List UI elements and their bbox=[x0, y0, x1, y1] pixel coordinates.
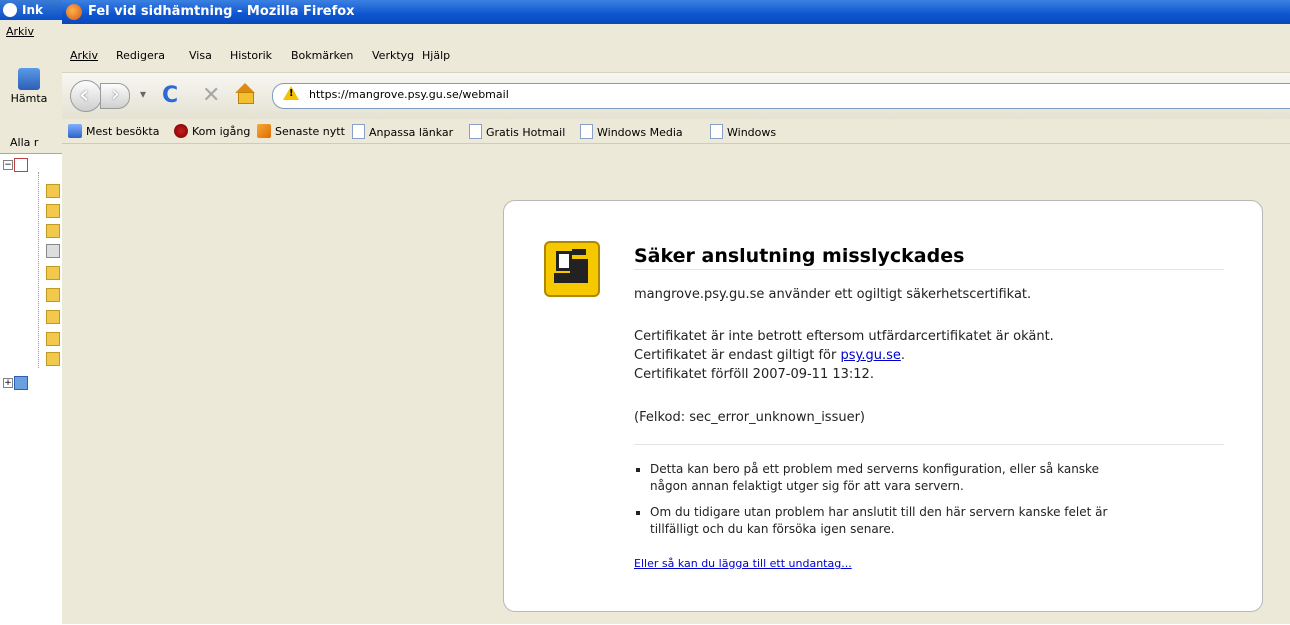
cert-line-2-suffix: . bbox=[900, 348, 906, 363]
bookmark-mest-besokta[interactable]: Mest besökta bbox=[68, 124, 159, 138]
firefox-window: Fel vid sidhämtning - Mozilla Firefox Ar… bbox=[62, 0, 1290, 624]
page-icon bbox=[469, 124, 482, 139]
menu-arkiv[interactable]: Arkiv bbox=[70, 49, 98, 62]
cert-line-2: Certifikatet är endast giltigt för psy.g… bbox=[634, 346, 1054, 365]
bookmark-label: Gratis Hotmail bbox=[486, 126, 566, 139]
bookmark-anpassa-lankar[interactable]: Anpassa länkar bbox=[352, 124, 453, 139]
folder-icon[interactable] bbox=[46, 266, 60, 280]
warning-icon bbox=[283, 86, 299, 100]
bookmark-label: Mest besökta bbox=[86, 125, 160, 138]
bullet-text: Om du tidigare utan problem har anslutit… bbox=[650, 504, 1107, 538]
bookmark-gratis-hotmail[interactable]: Gratis Hotmail bbox=[469, 124, 565, 139]
folder-icon[interactable] bbox=[46, 184, 60, 198]
folder-icon[interactable] bbox=[46, 352, 60, 366]
home-icon[interactable] bbox=[234, 83, 256, 105]
bookmarks-toolbar: Mest besökta Kom igång Senaste nytt Anpa… bbox=[62, 119, 1290, 144]
cert-line-2-prefix: Certifikatet är endast giltigt för bbox=[634, 348, 841, 363]
menu-verktyg[interactable]: Verktyg bbox=[372, 49, 414, 62]
bookmark-label: Windows bbox=[727, 126, 777, 139]
folder-tree: − + bbox=[0, 153, 62, 625]
menu-historik[interactable]: Historik bbox=[230, 49, 272, 62]
address-url: https://mangrove.psy.gu.se/webmail bbox=[309, 88, 509, 101]
page-content: Säker anslutning misslyckades mangrove.p… bbox=[62, 144, 1290, 624]
home-body bbox=[238, 92, 254, 104]
bookmark-senaste-nytt[interactable]: Senaste nytt bbox=[257, 124, 345, 138]
bookmark-label: Senaste nytt bbox=[275, 125, 345, 138]
page-icon bbox=[352, 124, 365, 139]
local-folders-icon[interactable] bbox=[14, 376, 28, 390]
add-exception-link[interactable]: Eller så kan du lägga till ett undantag.… bbox=[634, 557, 852, 570]
bullet-icon bbox=[636, 511, 640, 515]
bookmark-label: Windows Media bbox=[597, 126, 683, 139]
divider bbox=[634, 269, 1224, 270]
bullet-text: Detta kan bero på ett problem med server… bbox=[650, 461, 1099, 495]
bullet-2-line-1: Om du tidigare utan problem har anslutit… bbox=[650, 505, 1108, 519]
page-icon bbox=[580, 124, 593, 139]
folder-icon[interactable] bbox=[46, 310, 60, 324]
background-mail-window: Ink Arkiv Hämta Alla r − + bbox=[0, 0, 63, 625]
background-title: Ink bbox=[22, 3, 43, 17]
menu-visa[interactable]: Visa bbox=[189, 49, 212, 62]
background-menu-arkiv[interactable]: Arkiv bbox=[6, 25, 34, 38]
folder-icon[interactable] bbox=[46, 288, 60, 302]
back-button[interactable] bbox=[70, 80, 102, 112]
menu-bokmarken[interactable]: Bokmärken bbox=[291, 49, 353, 62]
icon-part bbox=[572, 249, 586, 255]
icon-part bbox=[554, 273, 572, 283]
cert-line-1: Certifikatet är inte betrott eftersom ut… bbox=[634, 329, 1054, 344]
folder-mest-icon bbox=[68, 124, 82, 138]
menu-hjalp[interactable]: Hjälp bbox=[422, 49, 450, 62]
firefox-icon bbox=[174, 124, 188, 138]
tree-line bbox=[38, 172, 39, 368]
folder-icon[interactable] bbox=[46, 224, 60, 238]
bookmark-label: Anpassa länkar bbox=[369, 126, 454, 139]
forward-button[interactable] bbox=[100, 82, 130, 109]
folder-icon[interactable] bbox=[46, 204, 60, 218]
error-message: mangrove.psy.gu.se använder ett ogiltigt… bbox=[634, 287, 1032, 302]
certificate-details: Certifikatet är inte betrott eftersom ut… bbox=[634, 327, 1054, 384]
bookmark-label: Kom igång bbox=[192, 125, 251, 138]
mail-account-icon[interactable] bbox=[14, 158, 28, 172]
firefox-logo-icon bbox=[66, 4, 82, 20]
bookmark-kom-igang[interactable]: Kom igång bbox=[174, 124, 250, 138]
icon-part bbox=[570, 259, 588, 283]
page-icon bbox=[710, 124, 723, 139]
error-box: Säker anslutning misslyckades mangrove.p… bbox=[503, 200, 1263, 612]
background-titlebar[interactable]: Ink bbox=[0, 0, 62, 20]
reload-icon[interactable]: C bbox=[162, 83, 178, 108]
bookmark-windows-media[interactable]: Windows Media bbox=[580, 124, 683, 139]
cert-domain-link[interactable]: psy.gu.se bbox=[840, 348, 900, 363]
bullet-1-line-2: någon annan felaktigt utger sig för att … bbox=[650, 479, 964, 493]
menu-redigera[interactable]: Redigera bbox=[116, 49, 165, 62]
collapse-icon[interactable]: − bbox=[3, 160, 13, 170]
cert-line-3: Certifikatet förföll 2007-09-11 13:12. bbox=[634, 367, 874, 382]
bullet-1-line-1: Detta kan bero på ett problem med server… bbox=[650, 462, 1099, 476]
expand-icon[interactable]: + bbox=[3, 378, 13, 388]
background-all-label: Alla r bbox=[10, 136, 39, 149]
bookmark-windows[interactable]: Windows bbox=[710, 124, 776, 139]
error-code: (Felkod: sec_error_unknown_issuer) bbox=[634, 410, 866, 425]
firefox-titlebar[interactable]: Fel vid sidhämtning - Mozilla Firefox bbox=[62, 0, 1290, 24]
divider bbox=[634, 444, 1224, 445]
stop-icon[interactable]: ✕ bbox=[202, 83, 220, 108]
trash-icon[interactable] bbox=[46, 244, 60, 258]
navigation-toolbar: ▾ C ✕ https://mangrove.psy.gu.se/webmail bbox=[62, 72, 1290, 120]
get-mail-button[interactable]: Hämta bbox=[4, 68, 54, 105]
get-mail-label: Hämta bbox=[10, 92, 48, 105]
download-icon bbox=[18, 68, 40, 90]
security-officer-icon bbox=[544, 241, 600, 297]
folder-icon[interactable] bbox=[46, 332, 60, 346]
mail-app-icon bbox=[3, 3, 17, 17]
rss-icon bbox=[257, 124, 271, 138]
error-title: Säker anslutning misslyckades bbox=[634, 245, 965, 267]
window-title: Fel vid sidhämtning - Mozilla Firefox bbox=[88, 4, 355, 19]
history-dropdown-icon[interactable]: ▾ bbox=[140, 87, 146, 101]
bullet-icon bbox=[636, 468, 640, 472]
address-bar[interactable]: https://mangrove.psy.gu.se/webmail bbox=[272, 83, 1290, 109]
bullet-2-line-2: tillfälligt och du kan försöka igen sena… bbox=[650, 522, 895, 536]
